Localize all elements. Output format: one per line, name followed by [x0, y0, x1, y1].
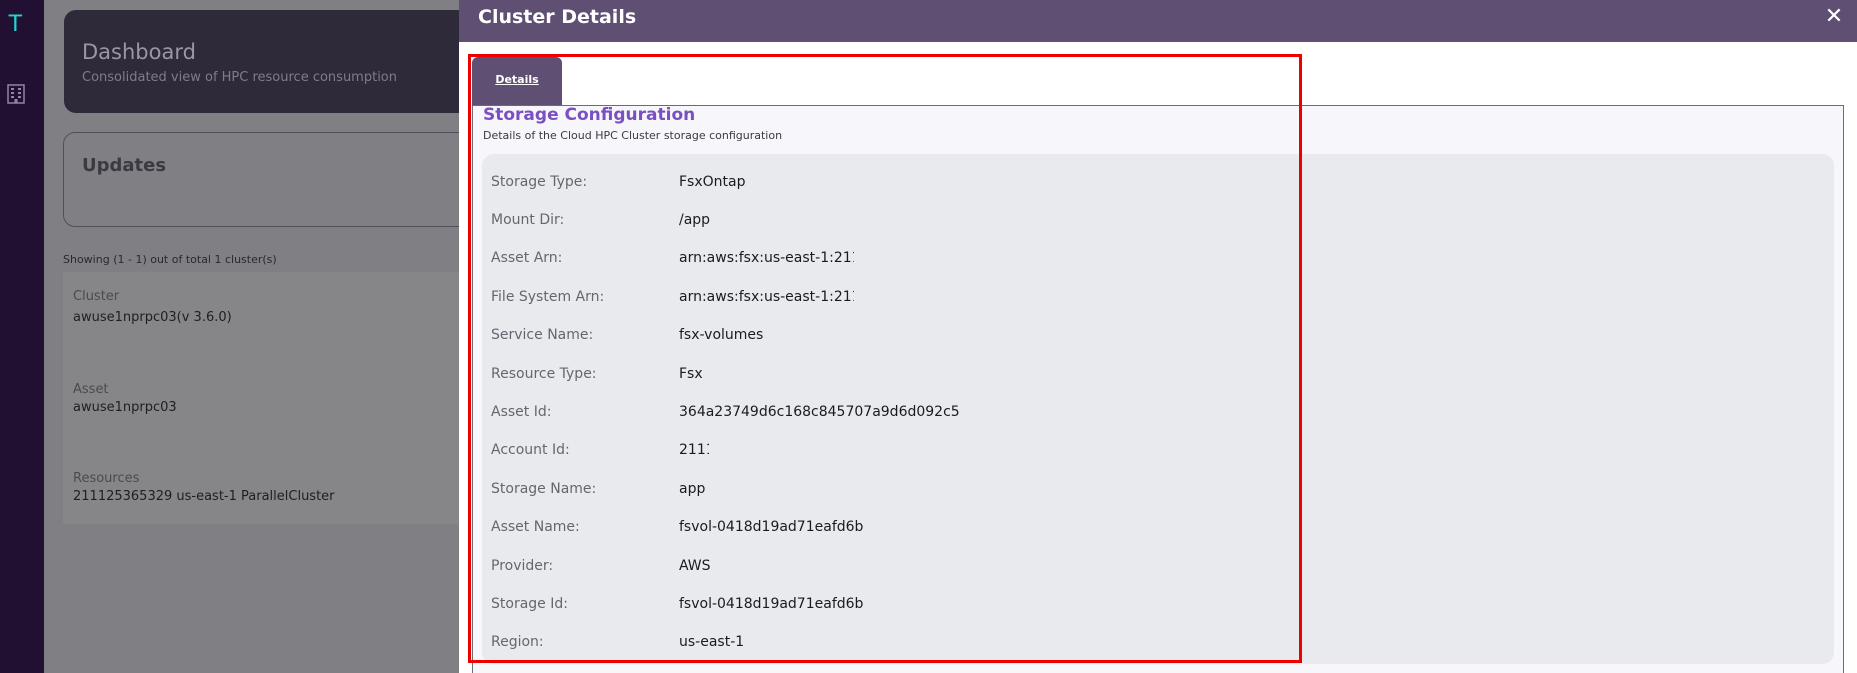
field-row: Provider: AWS [482, 558, 1282, 578]
tab-details[interactable]: Details [472, 57, 562, 106]
asset-label: Asset [73, 382, 109, 397]
field-value: us-east-1 [679, 634, 745, 650]
field-value: arn:aws:fsx:us-east-1:21112 [679, 289, 854, 305]
left-rail: T [0, 0, 44, 673]
app-logo[interactable]: T [8, 12, 28, 36]
field-row: Asset Name: fsvol-0418d19ad71eafd6b [482, 519, 1282, 539]
cluster-value: awuse1nprpc03(v 3.6.0) [73, 310, 232, 325]
field-row: Resource Type: Fsx [482, 366, 1282, 386]
field-value: app [679, 481, 706, 497]
field-row: Asset Id: 364a23749d6c168c845707a9d6d092c… [482, 404, 1282, 424]
field-label: Service Name: [491, 327, 594, 343]
field-label: Storage Name: [491, 481, 597, 497]
field-value: fsvol-0418d19ad71eafd6b [679, 596, 864, 612]
field-row: Account Id: 2111: [482, 442, 1282, 462]
close-icon[interactable]: ✕ [1823, 6, 1845, 28]
field-row: File System Arn: arn:aws:fsx:us-east-1:21… [482, 289, 1282, 309]
field-label: Storage Type: [491, 174, 588, 190]
field-label: File System Arn: [491, 289, 605, 305]
asset-value: awuse1nprpc03 [73, 400, 177, 415]
modal-header: Cluster Details ✕ [459, 0, 1857, 42]
field-value: Fsx [679, 366, 703, 382]
field-row: Service Name: fsx-volumes [482, 327, 1282, 347]
field-value: /app [679, 212, 711, 228]
field-value: 364a23749d6c168c845707a9d6d092c5 [679, 404, 960, 420]
modal-title: Cluster Details [478, 6, 637, 28]
field-value: arn:aws:fsx:us-east-1:2111 [679, 250, 854, 266]
field-row: Region: us-east-1 [482, 634, 1282, 654]
building-icon[interactable] [7, 84, 25, 104]
field-label: Mount Dir: [491, 212, 565, 228]
cluster-details-modal: Cluster Details ✕ Details Storage Config… [459, 0, 1857, 673]
field-label: Asset Id: [491, 404, 552, 420]
field-row: Storage Type: FsxOntap [482, 174, 1282, 194]
field-value: fsvol-0418d19ad71eafd6b [679, 519, 864, 535]
field-value: 2111: [679, 442, 709, 458]
resources-label: Resources [73, 471, 140, 486]
storage-configuration-panel: Storage Configuration Details of the Clo… [472, 105, 1844, 673]
section-title: Storage Configuration [483, 105, 696, 125]
field-label: Region: [491, 634, 544, 650]
field-value: AWS [679, 558, 711, 574]
field-label: Provider: [491, 558, 554, 574]
cluster-count-text: Showing (1 - 1) out of total 1 cluster(s… [63, 253, 277, 266]
section-subtitle: Details of the Cloud HPC Cluster storage… [483, 129, 783, 142]
cluster-label: Cluster [73, 289, 120, 304]
resources-value: 211125365329 us-east-1 ParallelCluster [73, 489, 335, 504]
tab-details-label: Details [495, 73, 539, 86]
field-label: Account Id: [491, 442, 570, 458]
updates-title: Updates [82, 155, 167, 176]
field-row: Storage Name: app [482, 481, 1282, 501]
field-label: Resource Type: [491, 366, 597, 382]
dashboard-subtitle: Consolidated view of HPC resource consum… [82, 70, 398, 85]
storage-fields: Storage Type: FsxOntap Mount Dir: /app Ass… [482, 154, 1834, 664]
field-row: Mount Dir: /app [482, 212, 1282, 232]
field-label: Asset Arn: [491, 250, 563, 266]
field-label: Asset Name: [491, 519, 580, 535]
field-row: Storage Id: fsvol-0418d19ad71eafd6b [482, 596, 1282, 616]
field-value: fsx-volumes [679, 327, 764, 343]
field-value: FsxOntap [679, 174, 746, 190]
field-label: Storage Id: [491, 596, 568, 612]
field-row: Asset Arn: arn:aws:fsx:us-east-1:2111 [482, 250, 1282, 270]
dashboard-title: Dashboard [82, 40, 196, 64]
